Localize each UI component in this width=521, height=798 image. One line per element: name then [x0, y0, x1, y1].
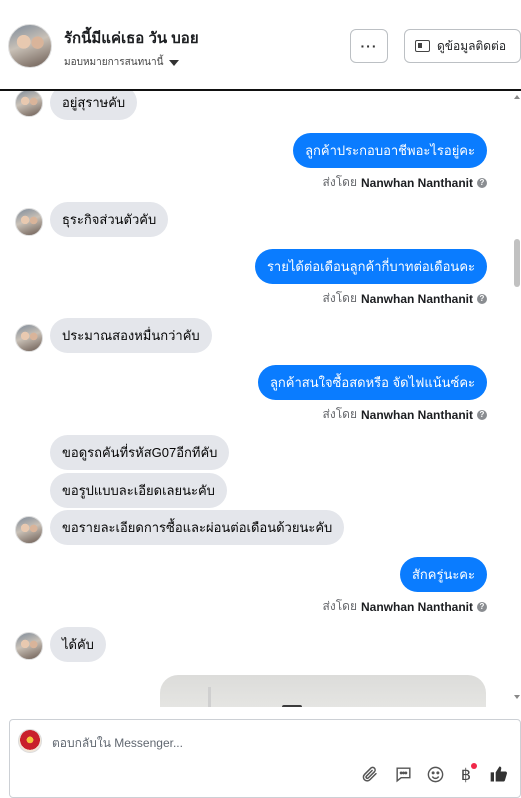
- reply-input[interactable]: [52, 734, 492, 752]
- scroll-up-arrow-icon[interactable]: [514, 95, 520, 99]
- sender-avatar: [15, 324, 43, 352]
- sent-by-line: ส่งโดย Nanwhan Nanthanit ?: [323, 173, 487, 192]
- sent-by-prefix: ส่งโดย: [322, 407, 357, 421]
- contact-card-icon: [415, 40, 430, 52]
- saved-reply-icon[interactable]: [393, 764, 413, 784]
- notification-dot: [471, 763, 477, 769]
- sent-by-line: ส่งโดย Nanwhan Nanthanit ?: [323, 405, 487, 424]
- scroll-down-arrow-icon[interactable]: [514, 695, 520, 699]
- caret-down-icon: [169, 59, 180, 66]
- outgoing-message: ลูกค้าประกอบอาชีพอะไรอยู่คะ: [293, 133, 487, 168]
- scrollbar-thumb[interactable]: [514, 239, 520, 287]
- contact-name[interactable]: รักนี้มีแค่เธอ วัน บอย: [64, 26, 199, 50]
- incoming-message: อยู่สุราษคับ: [50, 91, 138, 120]
- view-contact-info-label: ดูข้อมูลติดต่อ: [437, 38, 507, 53]
- composer-area: ฿: [0, 707, 521, 798]
- outgoing-message: สักครู่นะคะ: [399, 557, 487, 592]
- assign-label: มอบหมายการสนทนานี้: [64, 57, 164, 68]
- sender-name[interactable]: Nanwhan Nanthanit: [361, 600, 473, 614]
- help-icon[interactable]: ?: [477, 409, 487, 420]
- sender-name[interactable]: Nanwhan Nanthanit: [361, 408, 473, 422]
- sent-by-prefix: ส่งโดย: [322, 291, 357, 305]
- assign-conversation-dropdown[interactable]: มอบหมายการสนทนานี้: [64, 55, 180, 70]
- sender-avatar: [15, 632, 43, 660]
- incoming-message: ขอดูรถคันที่รหัสG07อีกทีคับ: [50, 435, 230, 470]
- help-icon[interactable]: ?: [477, 177, 487, 188]
- incoming-message: ประมาณสองหมื่นกว่าคับ: [50, 318, 212, 353]
- sender-name[interactable]: Nanwhan Nanthanit: [361, 176, 473, 190]
- paperclip-icon[interactable]: [360, 764, 380, 784]
- help-icon[interactable]: ?: [477, 601, 487, 612]
- message-thread[interactable]: อยู่สุราษคับ ลูกค้าประกอบอาชีพอะไรอยู่คะ…: [0, 91, 521, 707]
- sender-avatar: [15, 91, 43, 117]
- contact-avatar[interactable]: [8, 24, 52, 68]
- outgoing-message: รายได้ต่อเดือนลูกค้ากี่บาทต่อเดือนคะ: [254, 249, 487, 284]
- thread-scrollbar[interactable]: [512, 91, 521, 707]
- incoming-message: ขอรายละเอียดการซื้อและผ่อนต่อเดือนด้วยนะ…: [50, 510, 345, 545]
- thumbs-up-icon[interactable]: [489, 764, 509, 784]
- sent-by-line: ส่งโดย Nanwhan Nanthanit ?: [323, 289, 487, 308]
- emoji-icon[interactable]: [425, 764, 445, 784]
- sent-by-prefix: ส่งโดย: [322, 599, 357, 613]
- sender-avatar: [15, 516, 43, 544]
- sent-by-prefix: ส่งโดย: [322, 175, 357, 189]
- sender-avatar: [15, 208, 43, 236]
- outgoing-photo-attachment[interactable]: [160, 675, 486, 707]
- incoming-message: ได้คับ: [50, 627, 106, 662]
- outgoing-message: ลูกค้าสนใจซื้อสดหรือ จัดไฟแน้นซ์คะ: [257, 365, 487, 400]
- view-contact-info-button[interactable]: ดูข้อมูลติดต่อ: [404, 29, 521, 63]
- page-avatar: [18, 729, 42, 753]
- sender-name[interactable]: Nanwhan Nanthanit: [361, 292, 473, 306]
- sent-by-line: ส่งโดย Nanwhan Nanthanit ?: [323, 597, 487, 616]
- more-options-button[interactable]: ···: [350, 29, 388, 63]
- incoming-message: ธุระกิจส่วนตัวคับ: [50, 202, 169, 237]
- conversation-header: รักนี้มีแค่เธอ วัน บอย มอบหมายการสนทนานี…: [0, 0, 521, 91]
- reply-box[interactable]: ฿: [9, 719, 521, 798]
- help-icon[interactable]: ?: [477, 293, 487, 304]
- incoming-message: ขอรูปแบบละเอียดเลยนะคับ: [50, 473, 227, 508]
- baht-icon[interactable]: ฿: [456, 763, 477, 784]
